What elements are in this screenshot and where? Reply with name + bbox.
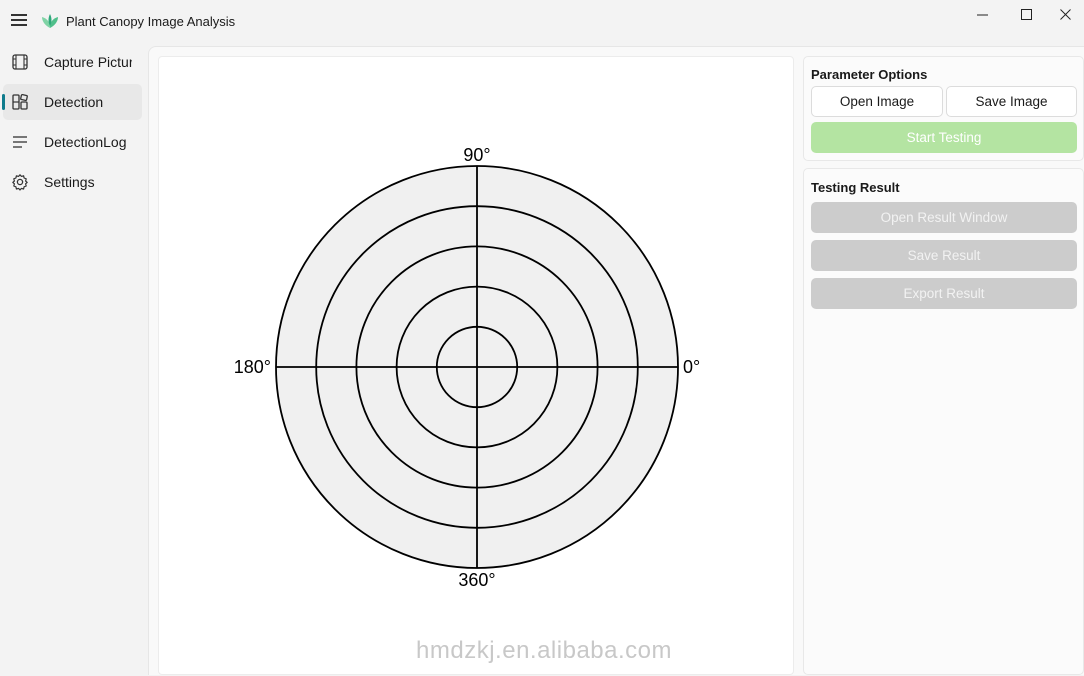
sidebar-item-label: Settings <box>44 174 95 190</box>
gear-icon <box>12 174 28 191</box>
testing-result-title: Testing Result <box>811 180 900 195</box>
sidebar: Capture Picture Detection DetectionLog S… <box>0 44 146 675</box>
save-result-button[interactable]: Save Result <box>811 240 1077 271</box>
app-title: Plant Canopy Image Analysis <box>66 14 236 29</box>
plant-logo-icon <box>42 14 58 28</box>
polar-chart: 90° 180° 0° 360° <box>234 145 700 590</box>
minimize-icon <box>977 14 988 16</box>
sidebar-item-label: DetectionLog <box>44 134 127 150</box>
open-result-window-button[interactable]: Open Result Window <box>811 202 1077 233</box>
parameter-options-title: Parameter Options <box>811 67 928 82</box>
watermark: hmdzkj.en.alibaba.com <box>416 637 672 664</box>
maximize-icon <box>1021 9 1032 20</box>
start-testing-button[interactable]: Start Testing <box>811 122 1077 153</box>
film-icon <box>12 54 28 70</box>
sidebar-item-capture-picture[interactable]: Capture Picture <box>3 44 142 80</box>
menu-toggle-icon[interactable] <box>8 9 30 31</box>
sidebar-item-settings[interactable]: Settings <box>3 164 142 200</box>
active-indicator <box>2 94 5 110</box>
list-lines-icon <box>13 136 27 148</box>
layout-grid-icon <box>12 93 28 110</box>
angle-label-left: 180° <box>234 357 271 377</box>
angle-label-top: 90° <box>463 145 490 165</box>
maximize-button[interactable] <box>1004 0 1050 30</box>
open-image-button[interactable]: Open Image <box>811 86 943 117</box>
sidebar-item-detection[interactable]: Detection <box>2 84 142 120</box>
sidebar-item-label: Detection <box>44 94 104 110</box>
close-button[interactable] <box>1048 0 1084 30</box>
angle-label-right: 0° <box>683 357 700 377</box>
export-result-button[interactable]: Export Result <box>811 278 1077 309</box>
sidebar-item-label: Capture Picture <box>44 54 132 70</box>
save-image-button[interactable]: Save Image <box>946 86 1077 117</box>
image-canvas[interactable]: 90° 180° 0° 360° <box>158 56 794 675</box>
sidebar-item-detectionlog[interactable]: DetectionLog <box>3 124 142 160</box>
angle-label-bottom: 360° <box>458 570 495 590</box>
close-icon <box>1060 9 1071 20</box>
title-bar: Plant Canopy Image Analysis <box>0 0 1084 44</box>
minimize-button[interactable] <box>960 0 1006 30</box>
